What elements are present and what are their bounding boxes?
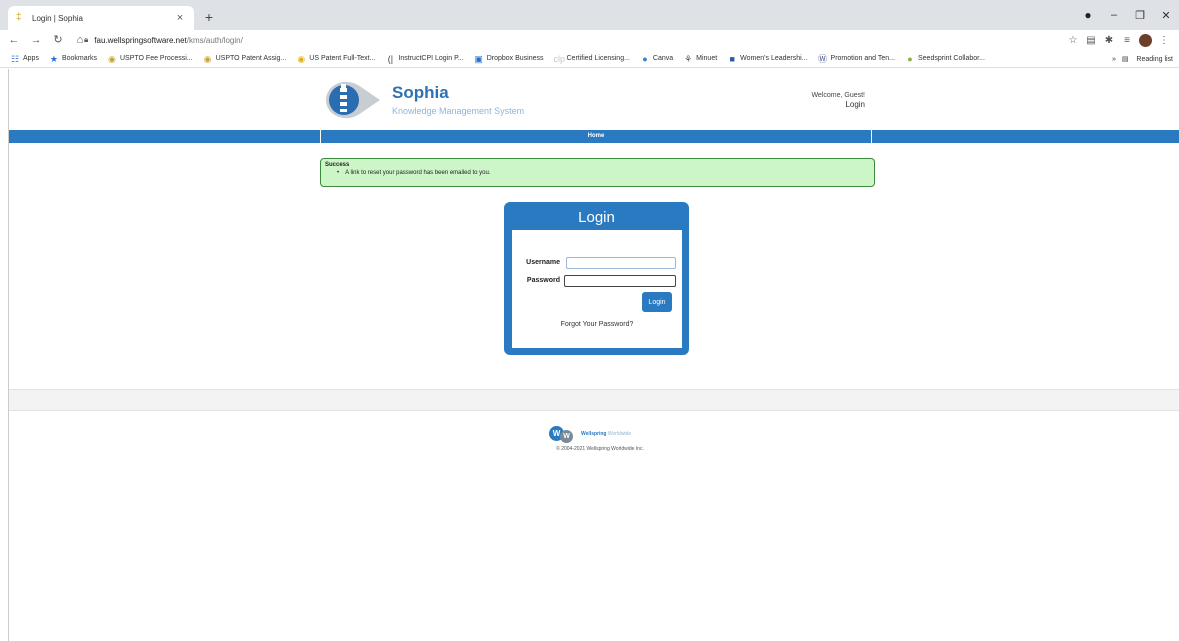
star-icon: ★ bbox=[49, 53, 58, 64]
wordpress-icon: Ⓦ bbox=[818, 53, 828, 64]
header-login-link[interactable]: Login bbox=[780, 100, 865, 109]
web-page: Sophia Knowledge Management System Welco… bbox=[0, 69, 1179, 641]
bookmark-item[interactable]: ■ Women's Leadershi... bbox=[727, 54, 807, 64]
wellspring-brand: Wellspring Worldwide bbox=[581, 431, 632, 437]
main-navbar: Home bbox=[8, 130, 1179, 143]
success-alert: Success A link to reset your password ha… bbox=[320, 158, 875, 187]
bookmark-label: Canva bbox=[652, 55, 674, 62]
bookmark-item[interactable]: ⚘ Minuet bbox=[683, 54, 717, 64]
bookmark-label: USPTO Patent Assig... bbox=[215, 55, 287, 62]
tab-close-icon[interactable]: × bbox=[174, 12, 186, 24]
minimize-icon[interactable]: – bbox=[1101, 9, 1127, 21]
lighthouse-logo-icon bbox=[326, 81, 380, 119]
minuet-icon: ⚘ bbox=[684, 53, 693, 64]
login-panel: Login Username Password Login Forgot You… bbox=[504, 202, 689, 355]
bookmark-item[interactable]: ◉ USPTO Patent Assig... bbox=[203, 54, 287, 64]
women-leadership-icon: ■ bbox=[729, 53, 735, 64]
extension-icon[interactable]: ▤ bbox=[1082, 35, 1100, 46]
instructcpi-icon: (| bbox=[387, 53, 394, 64]
login-submit-button[interactable]: Login bbox=[642, 292, 672, 312]
bookmark-star-icon[interactable]: ☆ bbox=[1064, 35, 1082, 46]
username-input[interactable] bbox=[566, 257, 676, 269]
browser-toolbar: ← → ↻ ⌂ 🔒︎ fau.wellspringsoftware.net/km… bbox=[0, 30, 1179, 50]
bookmark-label: US Patent Full-Text... bbox=[309, 55, 376, 62]
bookmark-label: Dropbox Business bbox=[486, 55, 544, 62]
alert-message: A link to reset your password has been e… bbox=[325, 170, 870, 176]
page-left-edge bbox=[8, 69, 9, 641]
back-arrow-icon[interactable]: ← bbox=[6, 32, 22, 48]
forgot-password-link[interactable]: Forgot Your Password? bbox=[512, 321, 682, 328]
close-window-icon[interactable]: ✕ bbox=[1153, 9, 1179, 22]
bookmark-item[interactable]: ☷ Apps bbox=[10, 54, 39, 64]
bookmark-item[interactable]: ▣ Dropbox Business bbox=[474, 53, 544, 64]
pin-icon: ◉ bbox=[203, 53, 212, 64]
bookmark-label: Apps bbox=[23, 55, 39, 62]
record-icon[interactable]: ● bbox=[1075, 8, 1101, 22]
more-bookmarks-icon[interactable]: » bbox=[1112, 56, 1116, 63]
lock-icon[interactable]: 🔒︎ bbox=[84, 35, 88, 45]
pin-icon: ◉ bbox=[108, 53, 116, 64]
new-tab-button[interactable]: + bbox=[200, 8, 218, 26]
sophia-favicon-icon: ‡ bbox=[16, 12, 22, 23]
welcome-area: Welcome, Guest! Login bbox=[780, 91, 865, 109]
browser-tab-bar: ‡ Login | Sophia × + ● – ❐ ✕ bbox=[0, 0, 1179, 30]
welcome-text: Welcome, Guest! bbox=[811, 92, 865, 99]
wellspring-logo[interactable]: WW Wellspring Worldwide bbox=[549, 426, 659, 443]
password-label: Password bbox=[526, 277, 560, 284]
dropbox-icon: ▣ bbox=[474, 53, 483, 64]
bookmarks-bar-right: » ▤ Reading list bbox=[1106, 50, 1173, 67]
wellspring-logo-icon: WW bbox=[549, 426, 577, 443]
bookmark-label: Bookmarks bbox=[61, 55, 97, 62]
tab-title: Login | Sophia bbox=[32, 13, 84, 23]
menu-kebab-icon[interactable]: ⋮ bbox=[1155, 35, 1173, 46]
bookmark-label: InstructCPI Login P... bbox=[398, 55, 464, 62]
address-bar[interactable]: 🔒︎ fau.wellspringsoftware.net/kms/auth/l… bbox=[84, 31, 1054, 49]
bookmark-item[interactable]: ● Canva bbox=[640, 54, 673, 64]
bookmark-label: Seedsprint Collabor... bbox=[918, 55, 985, 62]
bookmark-item[interactable]: ◉ USPTO Fee Processi... bbox=[107, 54, 193, 64]
footer-band bbox=[8, 389, 1179, 411]
bookmark-label: Women's Leadershi... bbox=[740, 55, 808, 62]
reload-icon[interactable]: ↻ bbox=[50, 32, 66, 48]
seedspring-icon: ● bbox=[907, 53, 913, 64]
url-text: fau.wellspringsoftware.net/kms/auth/logi… bbox=[94, 35, 243, 45]
alert-title: Success bbox=[325, 162, 350, 168]
restore-icon[interactable]: ❐ bbox=[1127, 9, 1153, 22]
puzzle-icon[interactable]: ✱ bbox=[1100, 35, 1118, 46]
forward-arrow-icon[interactable]: → bbox=[28, 32, 44, 48]
profile-avatar[interactable] bbox=[1139, 33, 1152, 47]
bookmark-item[interactable]: ● Seedsprint Collabor... bbox=[905, 54, 985, 64]
login-title: Login bbox=[578, 209, 615, 226]
bookmark-item[interactable]: ◉ US Patent Full-Text... bbox=[296, 54, 375, 64]
toolbar-actions: ☆ ▤ ✱ ≡ ⋮ bbox=[1064, 31, 1173, 49]
media-queue-icon[interactable]: ≡ bbox=[1118, 35, 1136, 46]
browser-tab-active[interactable]: ‡ Login | Sophia × bbox=[8, 6, 194, 30]
bookmark-item[interactable]: (| InstructCPI Login P... bbox=[385, 53, 464, 64]
bookmark-item[interactable]: clp Certified Licensing... bbox=[554, 54, 630, 64]
reading-list-button[interactable]: ▤ Reading list bbox=[1122, 55, 1173, 63]
sophia-logo[interactable]: Sophia Knowledge Management System bbox=[322, 75, 562, 125]
apps-icon: ☷ bbox=[10, 53, 20, 64]
login-form: Username Password Login Forgot Your Pass… bbox=[512, 230, 682, 348]
password-input[interactable] bbox=[564, 275, 676, 287]
bookmarks-bar: ☷ Apps ★ Bookmarks ◉ USPTO Fee Processi... ◉ US… bbox=[0, 50, 1179, 68]
pin-icon: ◉ bbox=[297, 53, 306, 64]
bookmark-label: Minuet bbox=[696, 55, 718, 62]
username-label: Username bbox=[526, 259, 560, 266]
window-controls: ● – ❐ ✕ bbox=[1075, 0, 1179, 30]
app-name: Sophia bbox=[392, 83, 449, 102]
bookmark-label: Promotion and Ten... bbox=[830, 55, 895, 62]
bookmark-item[interactable]: Ⓦ Promotion and Ten... bbox=[818, 54, 895, 64]
canva-icon: ● bbox=[642, 53, 648, 64]
bookmark-item[interactable]: ★ Bookmarks bbox=[49, 54, 97, 64]
app-subtitle: Knowledge Management System bbox=[392, 106, 525, 116]
bookmark-label: Certified Licensing... bbox=[566, 55, 630, 62]
copyright-text: © 2004-2021 Wellspring Worldwide Inc. bbox=[556, 446, 644, 452]
clp-icon: clp bbox=[553, 53, 566, 64]
bookmark-label: USPTO Fee Processi... bbox=[119, 55, 193, 62]
nav-home-link[interactable]: Home bbox=[320, 130, 872, 143]
